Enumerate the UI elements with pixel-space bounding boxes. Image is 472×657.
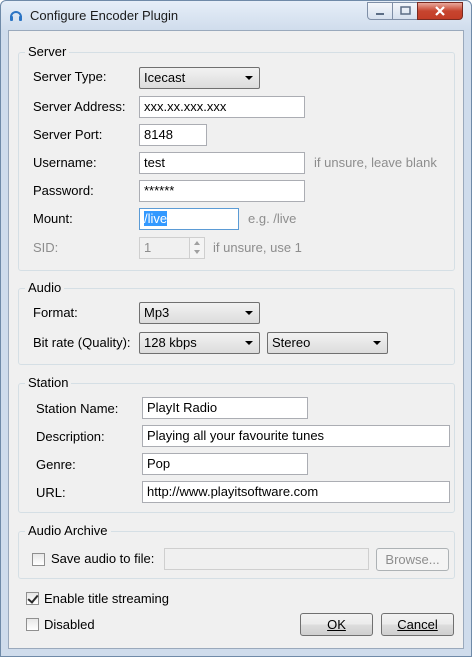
server-address-label: Server Address: (33, 99, 126, 114)
browse-button: Browse... (376, 548, 449, 571)
checkmark-icon (27, 592, 39, 604)
minimize-button[interactable] (367, 2, 393, 20)
url-input[interactable]: http://www.playitsoftware.com (142, 481, 450, 503)
mount-hint: e.g. /live (248, 211, 297, 226)
bitrate-label: Bit rate (Quality): (33, 335, 131, 350)
server-type-label: Server Type: (33, 69, 107, 84)
chevron-down-icon (373, 341, 381, 345)
sid-hint: if unsure, use 1 (213, 240, 302, 255)
station-name-input[interactable]: PlayIt Radio (142, 397, 308, 419)
disabled-label[interactable]: Disabled (44, 617, 95, 632)
audio-group: Audio Format: Mp3 Bit rate (Quality): 12… (18, 280, 455, 365)
genre-label: Genre: (36, 457, 76, 472)
chevron-down-icon (245, 76, 253, 80)
dialog-client: Server Server Type: Icecast Server Addre… (8, 30, 464, 649)
chevron-down-icon (245, 311, 253, 315)
channels-combo[interactable]: Stereo (267, 332, 388, 354)
save-audio-checkbox[interactable] (32, 553, 45, 566)
station-group-title: Station (25, 375, 72, 390)
mount-value: /live (144, 211, 168, 226)
server-port-input[interactable]: 8148 (139, 124, 207, 146)
password-input[interactable]: ****** (139, 180, 305, 202)
username-label: Username: (33, 155, 97, 170)
bitrate-value: 128 kbps (144, 335, 197, 350)
audio-archive-group: Audio Archive Save audio to file: Browse… (18, 523, 455, 579)
sid-label: SID: (33, 240, 59, 255)
format-value: Mp3 (144, 305, 170, 320)
genre-input[interactable]: Pop (142, 453, 308, 475)
ok-label: OK (327, 617, 346, 632)
window-title: Configure Encoder Plugin (30, 8, 179, 23)
archive-path-input (164, 548, 369, 570)
ok-button[interactable]: OK (300, 613, 373, 636)
server-type-value: Icecast (144, 70, 186, 85)
password-label: Password: (33, 183, 94, 198)
spin-up-icon (194, 241, 200, 245)
station-name-label: Station Name: (36, 401, 119, 416)
headphones-icon (10, 11, 22, 21)
maximize-button[interactable] (392, 2, 418, 20)
server-type-combo[interactable]: Icecast (139, 67, 260, 89)
username-input[interactable]: test (139, 152, 305, 174)
sid-spinner (189, 237, 205, 259)
description-label: Description: (36, 429, 105, 444)
save-audio-label[interactable]: Save audio to file: (51, 551, 154, 566)
maximize-icon (400, 6, 411, 15)
description-input[interactable]: Playing all your favourite tunes (142, 425, 450, 447)
title-streaming-label[interactable]: Enable title streaming (44, 591, 169, 606)
title-streaming-checkbox[interactable] (26, 592, 39, 605)
mount-input[interactable]: /live (139, 208, 239, 230)
audio-archive-group-title: Audio Archive (25, 523, 111, 538)
minimize-icon (376, 13, 384, 15)
bitrate-combo[interactable]: 128 kbps (139, 332, 260, 354)
dialog-window: Configure Encoder Plugin Server Server T… (0, 0, 472, 657)
close-button[interactable] (417, 2, 463, 20)
format-combo[interactable]: Mp3 (139, 302, 260, 324)
station-group: Station Station Name: PlayIt Radio Descr… (18, 375, 455, 513)
spin-down-icon (194, 250, 200, 254)
audio-group-title: Audio (25, 280, 65, 295)
server-group-title: Server (25, 44, 70, 59)
cancel-label: Cancel (397, 617, 438, 632)
server-address-input[interactable]: xxx.xx.xxx.xxx (139, 96, 305, 118)
server-port-label: Server Port: (33, 127, 103, 142)
username-hint: if unsure, leave blank (314, 155, 437, 170)
server-group: Server Server Type: Icecast Server Addre… (18, 44, 455, 271)
format-label: Format: (33, 305, 78, 320)
url-label: URL: (36, 485, 66, 500)
chevron-down-icon (245, 341, 253, 345)
channels-value: Stereo (272, 335, 311, 350)
mount-label: Mount: (33, 211, 73, 226)
disabled-checkbox[interactable] (26, 618, 39, 631)
sid-input: 1 (139, 237, 191, 259)
title-bar[interactable]: Configure Encoder Plugin (1, 1, 471, 31)
cancel-button[interactable]: Cancel (381, 613, 454, 636)
close-icon (435, 6, 445, 16)
